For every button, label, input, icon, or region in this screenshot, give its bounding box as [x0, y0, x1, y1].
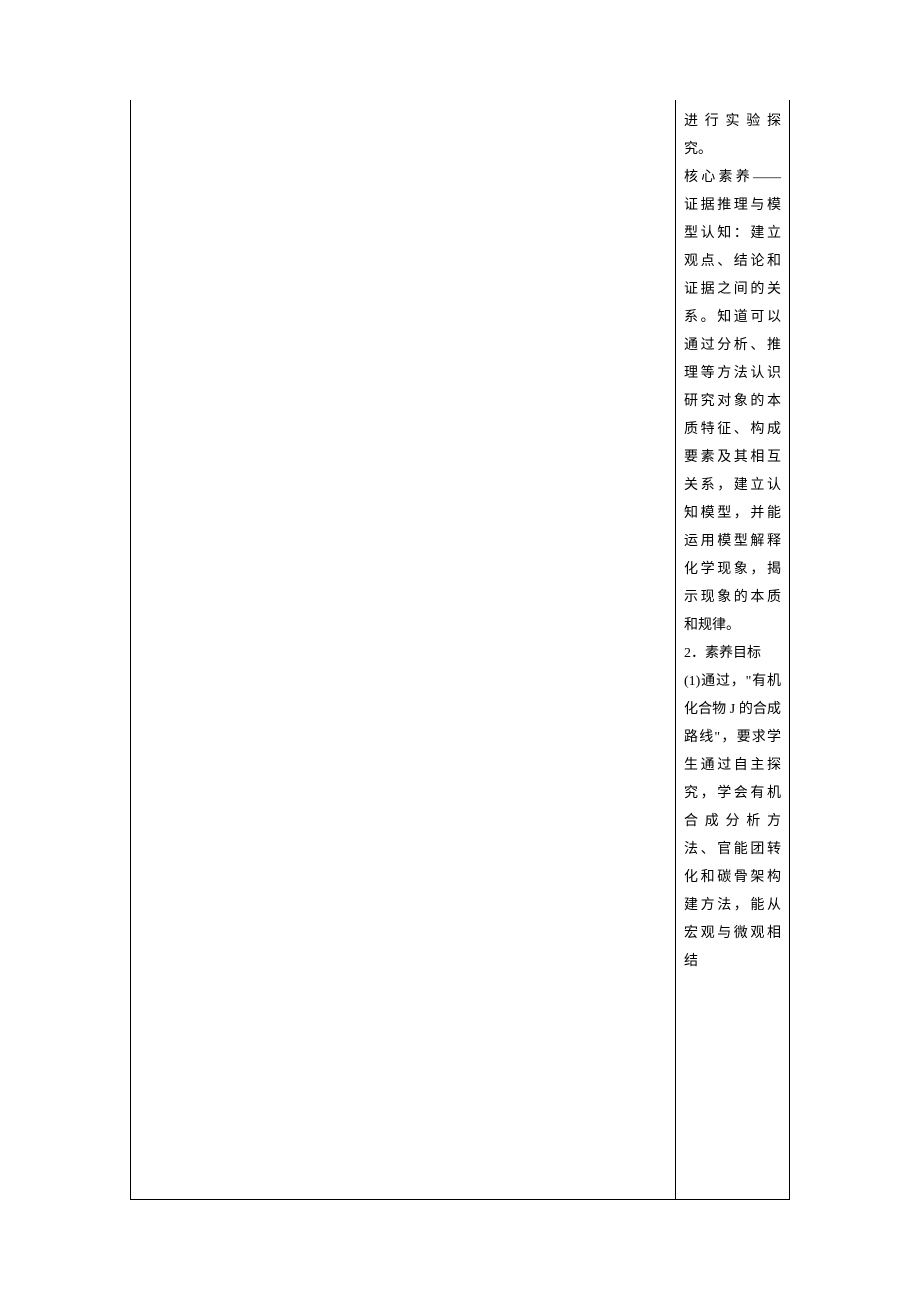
table-right-column: 进行实验探究。 核心素养——证据推理与模型认知：建立观点、结论和证据之间的关系。… [676, 100, 789, 1199]
text-line: (1)通过，"有机化合物 J 的合成路线"，要求学生通过自主探究，学会有机合成分… [684, 668, 781, 976]
text-line: 2．素养目标 [684, 640, 781, 668]
text-line: 核心素养——证据推理与模型认知：建立观点、结论和证据之间的关系。知道可以通过分析… [684, 164, 781, 640]
document-page: 进行实验探究。 核心素养——证据推理与模型认知：建立观点、结论和证据之间的关系。… [0, 0, 920, 1302]
text-line: 进行实验探究。 [684, 108, 781, 164]
table-left-column [131, 100, 676, 1199]
content-table: 进行实验探究。 核心素养——证据推理与模型认知：建立观点、结论和证据之间的关系。… [130, 100, 790, 1200]
